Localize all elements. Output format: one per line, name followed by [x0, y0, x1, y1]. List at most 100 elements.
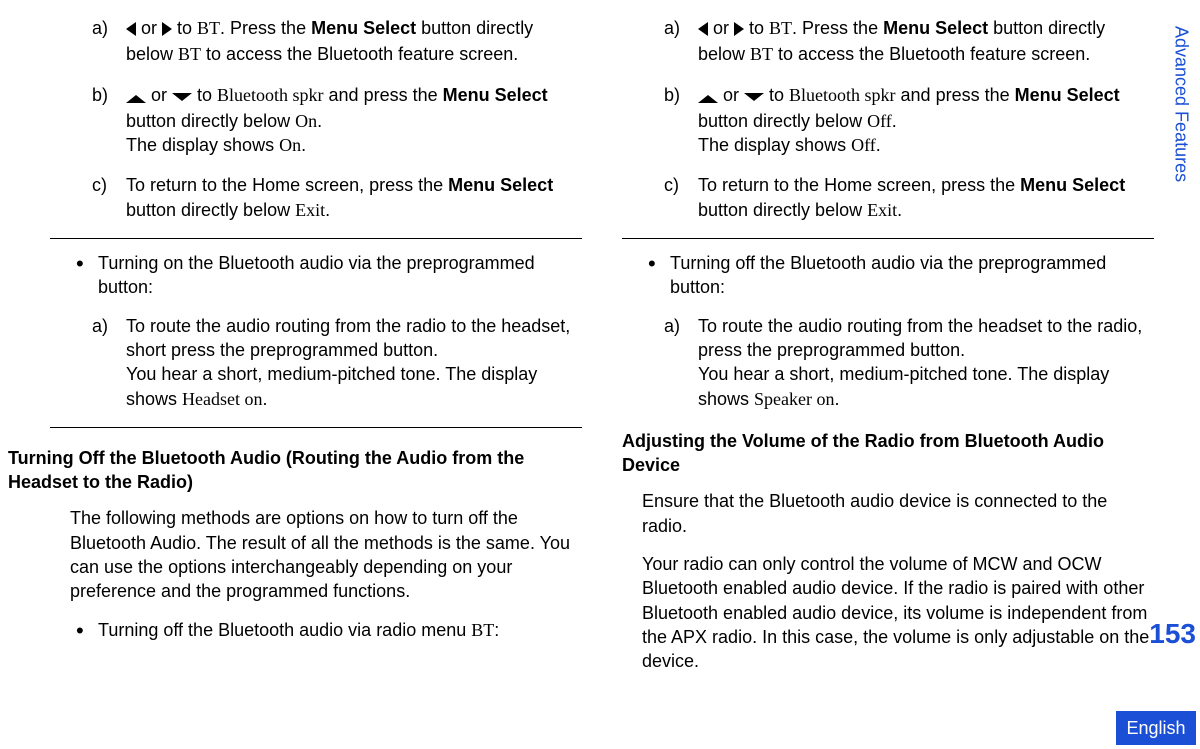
step-content: To route the audio routing from the radi… [126, 314, 582, 411]
text: to access the Bluetooth feature screen. [201, 44, 518, 64]
step-b: b) or to Bluetooth spkr and press the Me… [126, 83, 582, 158]
bt-spkr-label: Bluetooth spkr [789, 85, 896, 105]
divider [50, 238, 582, 239]
text: The display shows [126, 135, 279, 155]
bt-label: BT [750, 44, 773, 64]
bt-label: BT [197, 18, 220, 38]
text: and press the [896, 85, 1015, 105]
step-content: To return to the Home screen, press the … [126, 173, 582, 222]
text: to [172, 18, 197, 38]
text: button directly below [698, 200, 867, 220]
list-marker: b) [92, 83, 108, 107]
menu-select-label: Menu Select [1020, 175, 1125, 195]
menu-select-label: Menu Select [1015, 85, 1120, 105]
columns: a) or to BT. Press the Menu Select butto… [0, 0, 1200, 688]
menu-select-label: Menu Select [311, 18, 416, 38]
text: or [708, 18, 734, 38]
page: a) or to BT. Press the Menu Select butto… [0, 0, 1200, 749]
text: button directly below [126, 200, 295, 220]
section-heading: Adjusting the Volume of the Radio from B… [622, 429, 1154, 478]
left-column: a) or to BT. Press the Menu Select butto… [70, 10, 582, 688]
text: or [146, 85, 172, 105]
text: to [192, 85, 217, 105]
step-content: or to Bluetooth spkr and press the Menu … [126, 83, 582, 158]
text: The display shows [698, 135, 851, 155]
paragraph: Your radio can only control the volume o… [642, 552, 1154, 673]
menu-select-label: Menu Select [883, 18, 988, 38]
text: or [718, 85, 744, 105]
list-marker: c) [92, 173, 107, 197]
list-marker: a) [664, 314, 680, 338]
section-heading: Turning Off the Bluetooth Audio (Routing… [8, 446, 582, 495]
bt-label: BT [471, 620, 494, 640]
step-a: a) or to BT. Press the Menu Select butto… [126, 16, 582, 67]
left-procedure-1: a) or to BT. Press the Menu Select butto… [70, 16, 582, 222]
arrow-left-solid-icon [126, 18, 136, 42]
arrow-up-wide-icon [126, 85, 146, 109]
on-label: On [295, 111, 317, 131]
step-content: or to BT. Press the Menu Select button d… [126, 16, 582, 67]
text: . [317, 111, 322, 131]
list-marker: a) [664, 16, 680, 40]
text: . [301, 135, 306, 155]
right-column: a) or to BT. Press the Menu Select butto… [642, 10, 1154, 688]
bullet-item: Turning off the Bluetooth audio via the … [642, 251, 1154, 300]
text: To return to the Home screen, press the [698, 175, 1020, 195]
arrow-up-wide-icon [698, 85, 718, 109]
step-c: c) To return to the Home screen, press t… [698, 173, 1154, 222]
text: or [136, 18, 162, 38]
arrow-right-solid-icon [162, 18, 172, 42]
divider [50, 427, 582, 428]
speaker-on-label: Speaker on [754, 389, 834, 409]
right-subprocedure: a) To route the audio routing from the h… [642, 314, 1154, 411]
list-marker: a) [92, 16, 108, 40]
arrow-down-wide-icon [172, 85, 192, 109]
text: . [897, 200, 902, 220]
list-marker: b) [664, 83, 680, 107]
bullet-item: Turning off the Bluetooth audio via radi… [70, 618, 582, 642]
paragraph: Ensure that the Bluetooth audio device i… [642, 489, 1154, 538]
list-marker: a) [92, 314, 108, 338]
paragraph: The following methods are options on how… [70, 506, 582, 603]
list-marker: c) [664, 173, 679, 197]
arrow-down-wide-icon [744, 85, 764, 109]
page-number: 153 [1149, 618, 1196, 650]
on-label: On [279, 135, 301, 155]
arrow-left-solid-icon [698, 18, 708, 42]
text: button directly below [126, 111, 295, 131]
step-a: a) To route the audio routing from the r… [126, 314, 582, 411]
bt-label: BT [178, 44, 201, 64]
menu-select-label: Menu Select [448, 175, 553, 195]
divider [622, 238, 1154, 239]
text: and press the [324, 85, 443, 105]
text: to [764, 85, 789, 105]
arrow-right-solid-icon [734, 18, 744, 42]
off-label: Off [851, 135, 876, 155]
step-c: c) To return to the Home screen, press t… [126, 173, 582, 222]
step-a: a) To route the audio routing from the h… [698, 314, 1154, 411]
exit-label: Exit [867, 200, 897, 220]
exit-label: Exit [295, 200, 325, 220]
bt-label: BT [769, 18, 792, 38]
text: To route the audio routing from the head… [698, 316, 1142, 360]
text: . [892, 111, 897, 131]
bullet-text: Turning on the Bluetooth audio via the p… [98, 253, 535, 297]
text: . Press the [220, 18, 311, 38]
language-badge: English [1116, 711, 1196, 745]
bullet-text: Turning off the Bluetooth audio via radi… [98, 620, 471, 640]
step-content: or to Bluetooth spkr and press the Menu … [698, 83, 1154, 158]
left-subprocedure: a) To route the audio routing from the r… [70, 314, 582, 411]
text: To route the audio routing from the radi… [126, 316, 570, 360]
right-procedure-1: a) or to BT. Press the Menu Select butto… [642, 16, 1154, 222]
off-label: Off [867, 111, 892, 131]
step-content: To return to the Home screen, press the … [698, 173, 1154, 222]
step-content: or to BT. Press the Menu Select button d… [698, 16, 1154, 67]
language-label: English [1126, 718, 1185, 739]
headset-on-label: Headset on [182, 389, 262, 409]
text: . Press the [792, 18, 883, 38]
step-content: To route the audio routing from the head… [698, 314, 1154, 411]
text: to access the Bluetooth feature screen. [773, 44, 1090, 64]
bullet-text: Turning off the Bluetooth audio via the … [670, 253, 1106, 297]
side-tab-label: Advanced Features [1171, 26, 1192, 182]
text: button directly below [698, 111, 867, 131]
